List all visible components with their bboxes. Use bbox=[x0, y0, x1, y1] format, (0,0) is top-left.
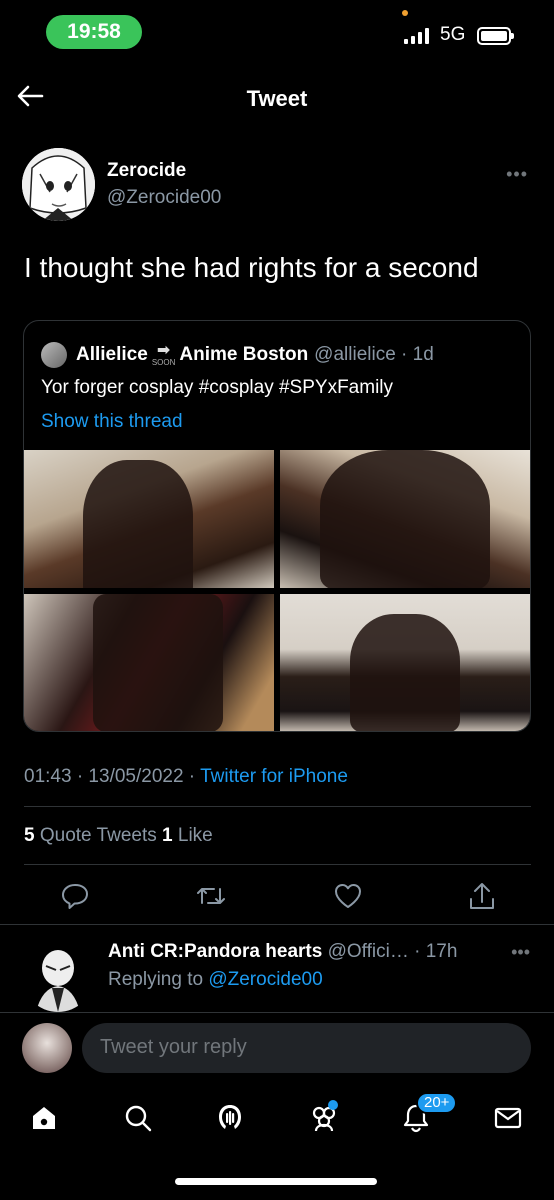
quoted-tweet[interactable]: Allielice ➡ SOON Anime Boston @allielice … bbox=[23, 320, 531, 732]
reply-input[interactable]: Tweet your reply bbox=[82, 1023, 531, 1073]
reply-header: Anti CR:Pandora hearts @Offici… · 17h bbox=[108, 941, 528, 963]
tweet-text: I thought she had rights for a second bbox=[24, 252, 479, 283]
privacy-indicator-dot bbox=[402, 10, 408, 16]
communities-icon[interactable] bbox=[304, 1098, 344, 1138]
home-indicator bbox=[175, 1178, 377, 1185]
divider bbox=[0, 924, 554, 925]
replying-to: Replying to @Zerocide00 bbox=[108, 969, 323, 990]
tweet-stats[interactable]: 5 Quote Tweets 1 Like bbox=[24, 825, 213, 847]
author-avatar[interactable] bbox=[22, 148, 95, 221]
tweet-author: Zerocide @Zerocide00 ••• bbox=[22, 148, 532, 221]
divider bbox=[24, 864, 531, 865]
signal-icon bbox=[404, 28, 429, 44]
retweet-icon[interactable] bbox=[195, 881, 227, 911]
more-icon[interactable]: ••• bbox=[506, 164, 528, 185]
reply-compose-bar: Tweet your reply bbox=[0, 1012, 554, 1082]
notifications-icon[interactable]: 20+ bbox=[396, 1092, 458, 1138]
communities-dot bbox=[328, 1100, 338, 1110]
replying-mention[interactable]: @Zerocide00 bbox=[208, 969, 322, 990]
battery-icon bbox=[477, 27, 514, 45]
network-label: 5G bbox=[440, 24, 466, 45]
spaces-icon[interactable] bbox=[210, 1098, 250, 1138]
page-title: Tweet bbox=[246, 86, 308, 111]
reply-icon[interactable] bbox=[60, 881, 90, 911]
author-name[interactable]: Zerocide bbox=[107, 160, 186, 182]
quoted-header: Allielice ➡ SOON Anime Boston @allielice … bbox=[41, 342, 434, 368]
tweet-actions bbox=[60, 878, 496, 914]
reply-avatar[interactable] bbox=[22, 940, 94, 1012]
media-photo[interactable] bbox=[280, 594, 530, 731]
quoted-avatar bbox=[41, 342, 67, 368]
quoted-name-a: Allielice bbox=[76, 344, 148, 365]
divider bbox=[24, 806, 531, 807]
author-handle[interactable]: @Zerocide00 bbox=[107, 187, 221, 209]
quoted-handle-time: @allielice · 1d bbox=[314, 344, 434, 365]
reply-handle-time: @Offici… · 17h bbox=[322, 941, 458, 962]
like-count: 1 bbox=[162, 825, 173, 846]
user-avatar[interactable] bbox=[22, 1023, 72, 1073]
home-icon[interactable] bbox=[24, 1098, 64, 1138]
media-grid bbox=[24, 450, 530, 731]
reply-author-name[interactable]: Anti CR:Pandora hearts bbox=[108, 941, 322, 962]
nav-bar: Tweet bbox=[0, 70, 554, 126]
more-icon[interactable]: ••• bbox=[511, 942, 530, 963]
media-photo[interactable] bbox=[24, 594, 274, 731]
search-icon[interactable] bbox=[118, 1098, 158, 1138]
status-bar: 19:58 5G bbox=[0, 0, 554, 64]
like-icon[interactable] bbox=[333, 882, 363, 910]
show-thread-link[interactable]: Show this thread bbox=[41, 411, 183, 433]
media-photo[interactable] bbox=[280, 450, 530, 588]
tab-bar: 20+ bbox=[0, 1090, 554, 1150]
quote-count: 5 bbox=[24, 825, 35, 846]
soon-arrow-emoji: ➡ SOON bbox=[151, 341, 176, 367]
quoted-name-b: Anime Boston bbox=[179, 344, 309, 365]
notifications-badge: 20+ bbox=[416, 1092, 458, 1114]
status-time: 19:58 bbox=[46, 15, 142, 49]
tweet-timestamp: 01:43 · 13/05/2022 · Twitter for iPhone bbox=[24, 766, 348, 787]
media-photo[interactable] bbox=[24, 450, 274, 588]
tweet-source[interactable]: Twitter for iPhone bbox=[200, 766, 348, 787]
messages-icon[interactable] bbox=[488, 1098, 528, 1138]
quoted-text: Yor forger cosplay #cosplay #SPYxFamily bbox=[41, 377, 394, 398]
share-icon[interactable] bbox=[468, 881, 496, 911]
